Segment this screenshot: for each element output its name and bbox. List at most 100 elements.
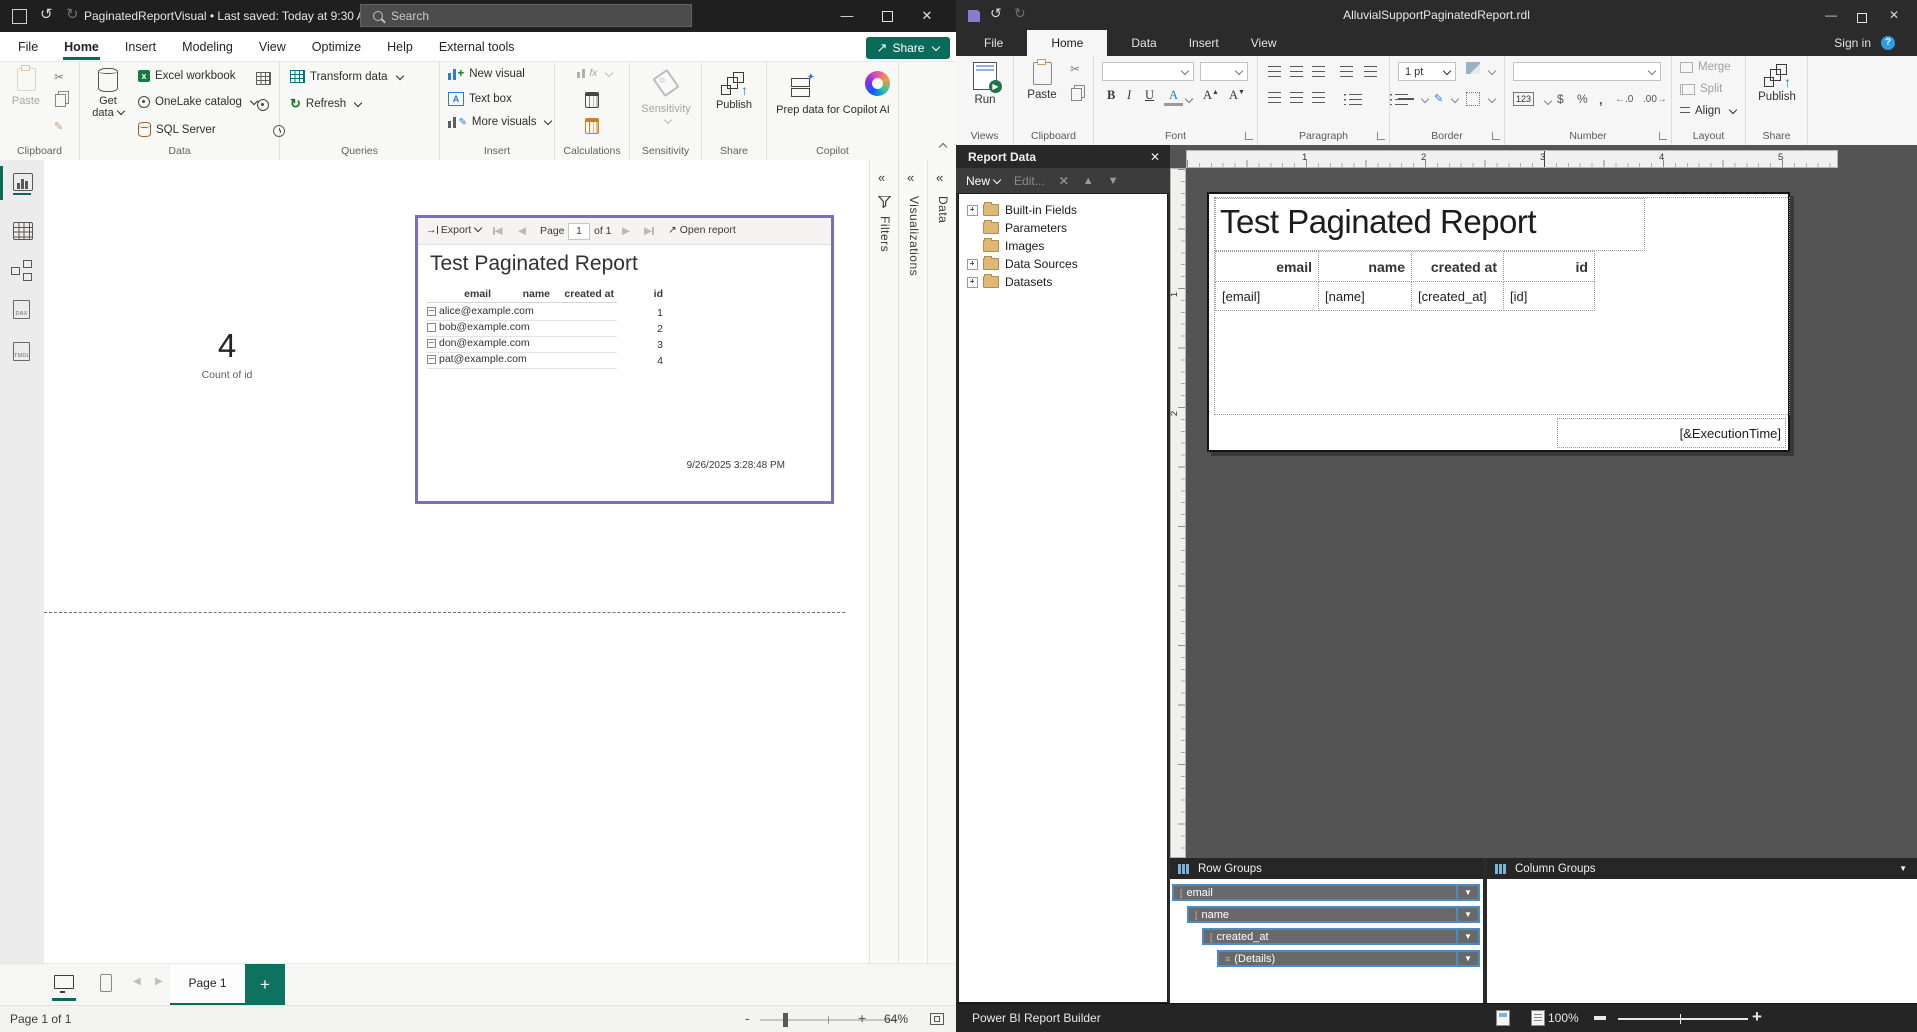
zoom-level[interactable]: 64% [884,1012,908,1026]
filters-pane-collapsed[interactable]: « Filters [869,160,899,963]
menu-modeling[interactable]: Modeling [169,32,246,62]
previous-page-icon[interactable]: ◀ [518,225,526,237]
align-center-icon[interactable] [1290,92,1303,103]
font-size-select[interactable] [1200,62,1248,81]
number-format-select[interactable] [1513,62,1661,81]
new-page-button[interactable]: + [245,964,285,1006]
redo-icon[interactable]: ↻ [66,5,79,23]
report-canvas[interactable]: 4 Count of id → Export ◀ ◀ Page 1 of 1 ▶… [44,160,869,963]
dataverse-icon[interactable] [257,99,269,111]
quick-measure-icon[interactable] [585,118,599,134]
group-dropdown-icon[interactable]: ▼ [1456,886,1478,899]
zoom-out-button[interactable] [1594,1016,1606,1020]
move-up-icon[interactable]: ▲ [1083,175,1094,187]
design-view-icon[interactable] [1496,1010,1510,1026]
new-button[interactable]: New [966,174,1000,188]
row-group-details[interactable]: ≡(Details)▼ [1217,950,1480,967]
new-measure-button[interactable]: fx [577,68,612,79]
copilot-icon[interactable] [865,71,890,96]
align-top-icon[interactable] [1268,66,1281,77]
delete-icon[interactable]: ✕ [1059,174,1069,188]
chevron-down-icon[interactable] [1421,95,1429,103]
align-middle-icon[interactable] [1290,66,1303,77]
font-color-button[interactable]: A [1164,88,1183,106]
close-panel-icon[interactable]: ✕ [1150,150,1170,164]
chevron-down-icon[interactable] [1185,95,1193,103]
fit-to-page-icon[interactable] [930,1013,944,1025]
edit-button[interactable]: Edit... [1014,174,1045,188]
menu-file[interactable]: File [968,30,1019,56]
increase-decimal-icon[interactable]: ←.0 [1615,94,1633,105]
copy-icon[interactable] [1071,88,1082,101]
table-row[interactable]: pat@example.com [427,353,617,369]
page-tab[interactable]: Page 1 [170,964,245,1006]
copy-icon[interactable] [55,94,66,107]
dax-query-view-icon[interactable]: DAX [13,300,30,319]
tmdl-view-icon[interactable]: TMDL [13,342,30,361]
collapse-toggle-icon[interactable] [427,355,436,364]
column-groups-panel[interactable] [1487,879,1917,1003]
menu-optimize[interactable]: Optimize [299,32,374,62]
increase-indent-icon[interactable] [1364,66,1377,77]
transform-data-button[interactable]: Transform data [290,70,403,83]
menu-home[interactable]: Home [51,32,112,62]
menu-data[interactable]: Data [1115,30,1172,56]
share-button[interactable]: ↗Share [866,37,950,59]
publish-button[interactable]: ↑Publish [714,70,754,111]
expand-icon[interactable] [967,205,978,216]
maximize-button[interactable] [1857,9,1867,27]
border-style-icon[interactable] [1398,98,1414,100]
open-report-button[interactable]: ↗ Open report [668,224,736,236]
next-page-icon[interactable]: ▶ [622,225,630,237]
font-family-select[interactable] [1102,62,1194,81]
collapse-groups-icon[interactable]: ▼ [1899,864,1907,873]
help-icon[interactable]: ? [1881,36,1895,50]
align-right-icon[interactable] [1312,92,1325,103]
excel-workbook-button[interactable]: xExcel workbook [138,70,236,82]
group-dropdown-icon[interactable]: ▼ [1456,908,1478,921]
border-color-icon[interactable]: ✎ [1434,92,1443,105]
table-row[interactable]: don@example.com [427,337,617,353]
minimize-button[interactable]: — [832,0,862,32]
tablix-field-id[interactable]: [id] [1503,281,1595,311]
cut-icon[interactable]: ✂ [54,70,64,84]
merge-button[interactable]: Merge [1680,61,1731,73]
zoom-slider-handle[interactable] [783,1013,788,1027]
chevron-down-icon[interactable] [1451,95,1459,103]
paginated-report-visual[interactable]: → Export ◀ ◀ Page 1 of 1 ▶ ▶ ↗ Open repo… [415,215,834,504]
sql-server-button[interactable]: SQL Server [138,122,216,137]
zoom-level[interactable]: 100% [1548,1011,1579,1025]
collapse-toggle-icon[interactable] [427,323,436,332]
tablix-header-created-at[interactable]: created at [1411,251,1504,282]
currency-icon[interactable]: $ [1557,92,1564,106]
decrease-indent-icon[interactable] [1340,66,1353,77]
run-view-icon[interactable] [1531,1010,1545,1026]
last-page-icon[interactable]: ▶ [644,225,654,237]
tree-item-parameters[interactable]: Parameters [959,219,1167,237]
menu-home[interactable]: Home [1027,30,1107,56]
zoom-in-button[interactable]: + [858,1010,866,1026]
zoom-slider-track[interactable] [1618,1018,1748,1020]
table-row[interactable]: alice@example.com [427,305,617,321]
calculator-icon[interactable] [585,92,599,108]
table-row[interactable]: bob@example.com [427,321,617,337]
chevron-down-icon[interactable] [1488,95,1496,103]
menu-insert[interactable]: Insert [1173,30,1235,56]
borders-icon[interactable] [1466,92,1480,106]
bullet-list-icon[interactable] [1349,94,1362,105]
visualizations-pane-collapsed[interactable]: « Visualizations [898,160,928,963]
tablix-header-id[interactable]: id [1503,251,1595,282]
sign-in-button[interactable]: Sign in [1834,30,1871,56]
underline-button[interactable]: U [1140,88,1159,103]
expand-icon[interactable] [967,277,978,288]
menu-file[interactable]: File [5,32,51,62]
collapse-ribbon-icon[interactable] [939,143,947,151]
number-format-icon[interactable]: 123 [1513,92,1534,106]
search-input[interactable]: Search [360,4,692,27]
zoom-in-button[interactable]: + [1752,1007,1762,1027]
expand-pane-icon[interactable]: « [878,170,885,185]
decrease-decimal-icon[interactable]: .00→ [1643,94,1667,105]
page-number-input[interactable]: 1 [568,223,590,240]
group-dropdown-icon[interactable]: ▼ [1456,930,1478,943]
prep-data-icon[interactable]: ✦ [791,75,813,97]
